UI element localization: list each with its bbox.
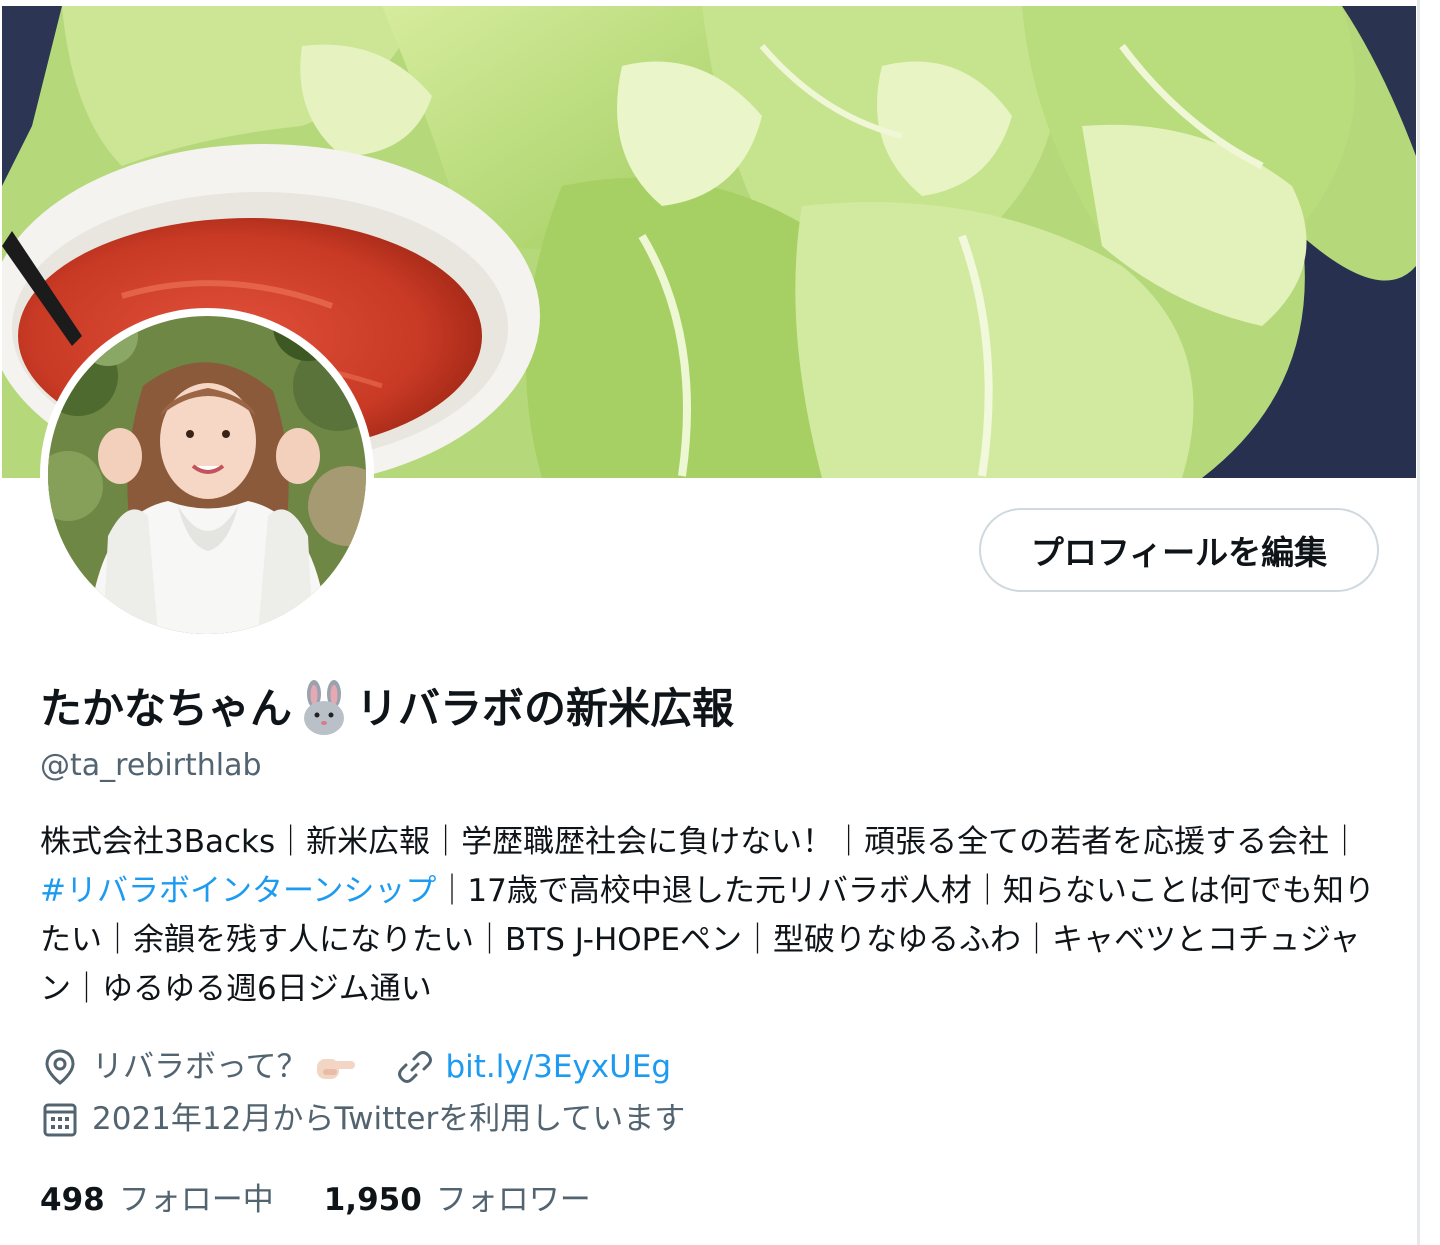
display-name-part-2: リバラボの新米広報: [356, 684, 735, 733]
location-pin-icon: [40, 1047, 80, 1087]
following-link[interactable]: 498 フォロー中: [40, 1178, 274, 1222]
following-count: 498: [40, 1182, 105, 1218]
display-name-part-1: たかなちゃん: [40, 684, 293, 733]
calendar-icon: [40, 1099, 80, 1139]
follow-stats: 498 フォロー中 1,950 フォロワー: [40, 1178, 641, 1222]
rabbit-face-icon: [294, 680, 354, 738]
profile-meta-location-url: リバラボって？ bit.ly/3EyxUEg: [40, 1045, 671, 1089]
avatar-photo: [48, 316, 366, 634]
bio-text-1: 株式会社3Backs｜新米広報｜学歴職歴社会に負けない！｜頑張る全ての若者を応援…: [40, 824, 1361, 860]
profile-meta-joined: 2021年12月からTwitterを利用しています: [40, 1097, 685, 1141]
followers-link[interactable]: 1,950 フォロワー: [324, 1178, 591, 1222]
following-label: フォロー中: [118, 1182, 274, 1218]
joined-date-text: 2021年12月からTwitterを利用しています: [92, 1101, 686, 1137]
followers-count: 1,950: [323, 1182, 422, 1218]
edit-profile-button[interactable]: プロフィールを編集: [979, 508, 1379, 592]
bio-hashtag-link[interactable]: #リバラボインターンシップ: [40, 873, 436, 909]
location-text: リバラボって？: [92, 1049, 308, 1085]
frame-border: [1417, 0, 1420, 1245]
link-icon: [395, 1047, 435, 1087]
followers-label: フォロワー: [435, 1182, 591, 1218]
profile-url-link[interactable]: bit.ly/3EyxUEg: [445, 1045, 671, 1089]
user-handle: @ta_rebirthlab: [40, 748, 262, 783]
pointing-hand-icon: [313, 1049, 357, 1085]
profile-bio: 株式会社3Backs｜新米広報｜学歴職歴社会に負けない！｜頑張る全ての若者を応援…: [40, 818, 1380, 1014]
profile-avatar[interactable]: [40, 308, 374, 642]
display-name: たかなちゃん リバラボの新米広報: [40, 680, 734, 738]
